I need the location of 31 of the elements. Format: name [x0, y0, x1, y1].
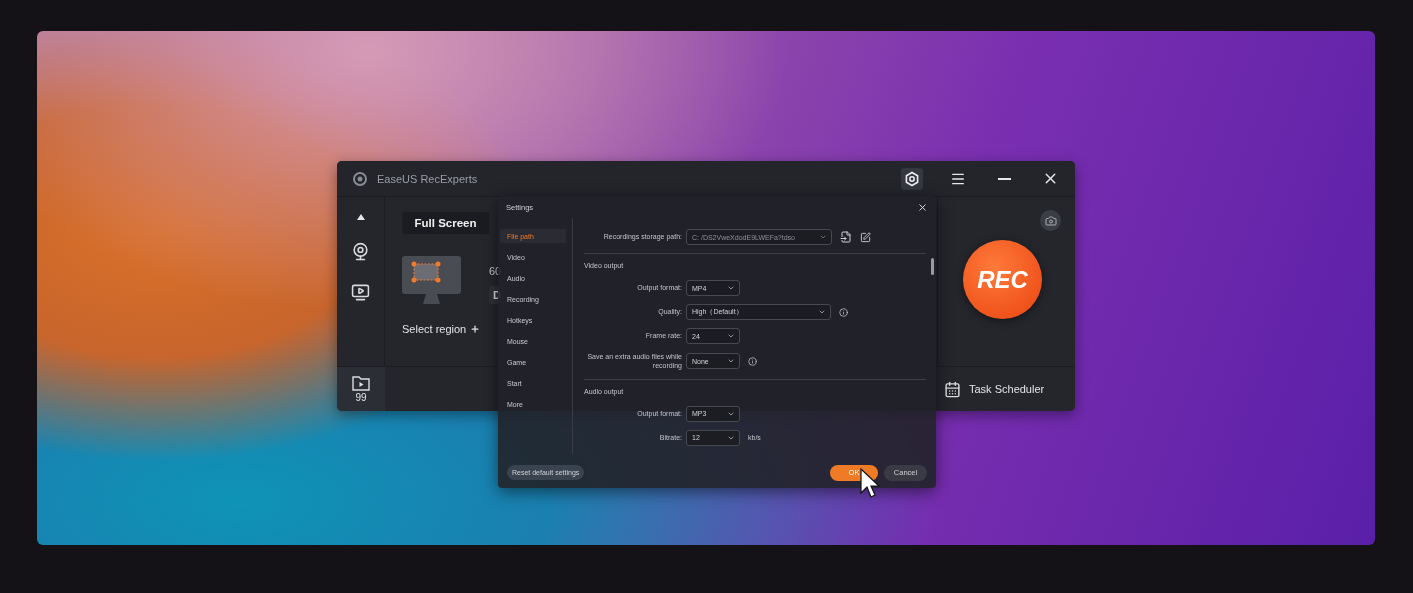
scrollbar-thumb[interactable] [931, 258, 934, 275]
camera-icon [1044, 214, 1057, 227]
close-icon [917, 201, 928, 213]
logo-icon [353, 171, 367, 186]
monitor-region-icon [402, 256, 461, 306]
chevron-down-icon [727, 284, 735, 292]
calendar-icon [944, 380, 961, 398]
pointer-icon [860, 468, 880, 500]
minimize-icon [997, 177, 1011, 180]
recordings-count: 99 [355, 391, 367, 403]
settings-button[interactable] [901, 167, 923, 190]
webcam-icon[interactable] [351, 242, 370, 261]
plus-icon [470, 324, 481, 334]
app-title: EaseUS RecExperts [377, 172, 479, 185]
recordings-panel[interactable]: 99 [337, 366, 385, 411]
tv-play-icon[interactable] [351, 283, 370, 302]
chevron-down-icon [818, 308, 826, 316]
folder-play-icon [352, 375, 370, 391]
file-move-icon[interactable] [840, 231, 852, 243]
info-icon[interactable] [839, 307, 848, 317]
collapse-icon[interactable] [356, 214, 365, 220]
edit-icon[interactable] [860, 231, 871, 243]
resolution-text: 60 [489, 265, 502, 277]
close-button[interactable] [917, 201, 928, 213]
mode-tab[interactable]: Full Screen [402, 212, 489, 234]
chevron-down-icon [727, 332, 735, 340]
chevron-down-icon [819, 233, 827, 241]
screenshot-button[interactable] [1040, 210, 1061, 231]
info-icon[interactable] [748, 356, 757, 366]
task-scheduler-button[interactable]: Task Scheduler [969, 383, 1045, 395]
select-region-button[interactable]: Select region [402, 323, 481, 335]
